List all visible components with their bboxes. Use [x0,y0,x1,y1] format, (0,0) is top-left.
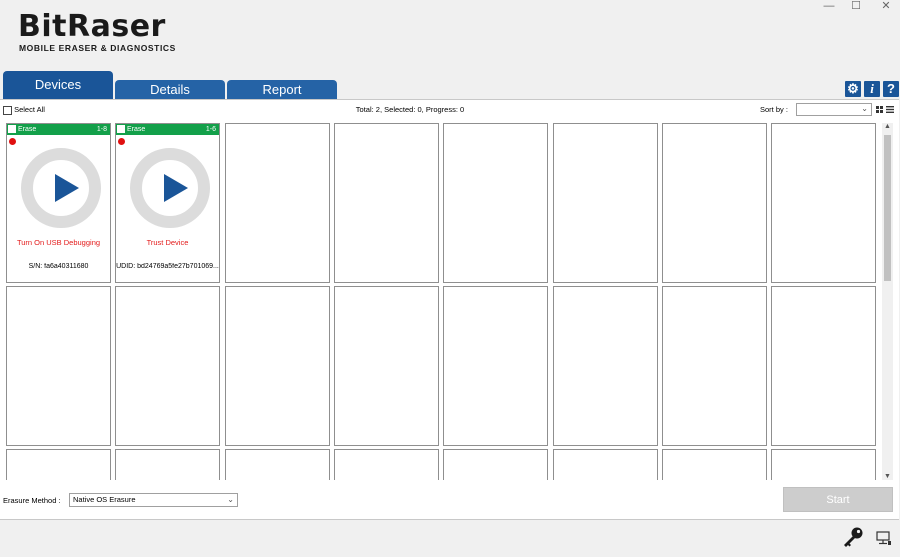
empty-device-slot [771,123,876,283]
select-all-label: Select All [14,105,45,114]
device-status: Turn On USB Debugging [16,238,101,247]
tab-details[interactable]: Details [115,80,225,99]
sort-by-select[interactable]: ⌄ [796,103,872,116]
play-icon [164,174,188,202]
device-action-label: Erase [127,126,146,133]
device-status: Trust Device [146,238,189,247]
grid-scrollbar[interactable]: ▲ ▼ [882,123,893,480]
checkbox-icon [3,105,12,115]
gear-icon[interactable]: ⚙ [845,81,861,97]
list-view-icon[interactable] [886,106,894,113]
device-checkbox[interactable] [8,124,16,133]
scroll-up-icon[interactable]: ▲ [882,123,893,130]
chevron-down-icon: ⌄ [861,104,868,113]
empty-device-slot [334,286,439,446]
empty-device-slot [662,286,767,446]
sort-by-label: Sort by : [760,105,788,114]
app-logo: BitRaser [18,9,166,44]
device-checkbox[interactable] [117,124,125,133]
close-button[interactable]: ✕ [872,0,900,14]
help-icon[interactable]: ? [883,81,899,97]
empty-device-slot [6,449,111,480]
tab-report[interactable]: Report [227,80,337,99]
device-card-header: Erase 1-6 [116,124,219,135]
minimize-button[interactable]: — [815,0,843,14]
status-dot-icon [9,138,16,145]
app-tagline: MOBILE ERASER & DIAGNOSTICS [19,43,176,53]
grid-view-icon[interactable] [876,106,883,113]
empty-device-slot [225,286,330,446]
empty-device-slot [662,123,767,283]
empty-device-slot [771,449,876,480]
start-button[interactable]: Start [783,487,893,512]
empty-device-slot [553,449,658,480]
device-card-header: Erase 1-8 [7,124,110,135]
empty-device-slot [6,286,111,446]
empty-device-slot [115,449,220,480]
tab-devices[interactable]: Devices [3,71,113,99]
device-identifier: S/N: fa6a40311680 [28,263,89,270]
erasure-method-select[interactable]: Native OS Erasure ⌄ [69,493,238,507]
erasure-method-value: Native OS Erasure [73,495,136,504]
status-dot-icon [118,138,125,145]
empty-device-slot [443,286,548,446]
device-card[interactable]: Erase 1-8 Turn On USB Debugging S/N: fa6… [6,123,111,283]
empty-device-slot [771,286,876,446]
device-port-label: 1-6 [205,126,216,133]
network-icon[interactable] [876,531,892,546]
empty-device-slot [553,123,658,283]
erasure-method-label: Erasure Method : [3,496,61,505]
empty-device-slot [662,449,767,480]
scrollbar-thumb[interactable] [884,135,891,281]
device-grid: Erase 1-8 Turn On USB Debugging S/N: fa6… [6,123,878,480]
empty-device-slot [443,449,548,480]
key-icon[interactable] [842,526,864,548]
empty-device-slot [115,286,220,446]
empty-device-slot [225,123,330,283]
select-all-checkbox[interactable]: Select All [3,104,45,115]
play-icon [55,174,79,202]
empty-device-slot [334,449,439,480]
scroll-down-icon[interactable]: ▼ [882,473,893,480]
summary-text: Total: 2, Selected: 0, Progress: 0 [355,105,465,114]
device-identifier: UDID: bd24769a5fe27b701069... [116,263,219,270]
chevron-down-icon: ⌄ [227,495,234,504]
empty-device-slot [225,449,330,480]
play-button[interactable] [21,148,101,228]
empty-device-slot [443,123,548,283]
info-icon[interactable]: i [864,81,880,97]
empty-device-slot [553,286,658,446]
maximize-button[interactable]: ☐ [842,0,870,14]
empty-device-slot [334,123,439,283]
play-button[interactable] [130,148,210,228]
device-port-label: 1-8 [96,126,107,133]
device-action-label: Erase [18,126,37,133]
device-card[interactable]: Erase 1-6 Trust Device UDID: bd24769a5fe… [115,123,220,283]
